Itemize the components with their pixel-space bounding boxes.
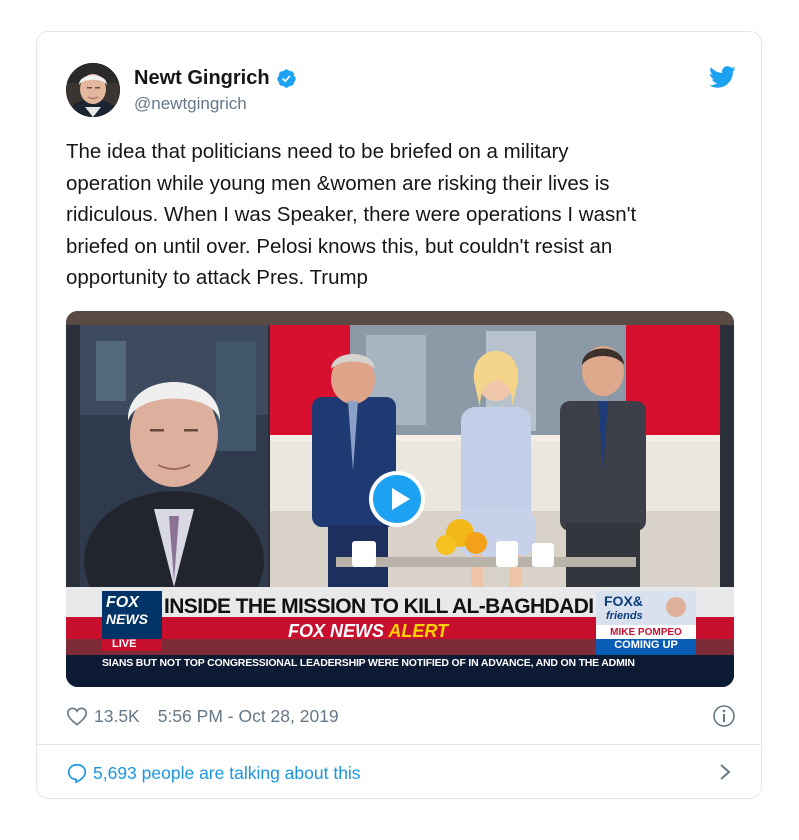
chyron-alert-word: ALERT	[388, 621, 449, 641]
tweet-card[interactable]: Newt Gingrich @newtgingrich The idea tha…	[36, 31, 762, 799]
heart-icon[interactable]	[66, 706, 88, 726]
twitter-bird-icon[interactable]	[708, 65, 736, 89]
verified-badge-icon	[276, 68, 296, 88]
play-icon[interactable]	[369, 471, 425, 527]
talking-about-text[interactable]: 5,693 people are talking about this	[93, 763, 361, 784]
tweet-video[interactable]: FOX NEWS LIVE INSIDE THE MISSION TO KILL…	[66, 311, 734, 687]
show-logo-line1: FOX&	[604, 593, 643, 609]
tweet-text: The idea that politicians need to be bri…	[66, 140, 637, 289]
card-divider	[37, 744, 761, 745]
promo-status: COMING UP	[614, 639, 678, 651]
promo-name: MIKE POMPEO	[610, 627, 682, 638]
fox-news-logo-line1: FOX	[106, 594, 139, 611]
chevron-right-icon[interactable]	[718, 762, 732, 782]
fox-news-logo-live: LIVE	[112, 638, 137, 650]
show-logo-line2: friends	[606, 610, 643, 622]
news-ticker: SIANS BUT NOT TOP CONGRESSIONAL LEADERSH…	[102, 657, 635, 669]
chyron-alert: FOX NEWS ALERT	[288, 621, 448, 642]
talking-about-link[interactable]: 5,693 people are talking about this	[66, 760, 736, 786]
author-avatar[interactable]	[66, 63, 120, 117]
tweet-header: Newt Gingrich @newtgingrich	[66, 63, 736, 119]
like-count[interactable]: 13.5K	[94, 706, 140, 727]
info-icon[interactable]	[712, 704, 736, 728]
fox-news-logo-line2: NEWS	[106, 611, 148, 627]
tweet-meta: 13.5K 5:56 PM - Oct 28, 2019	[66, 704, 736, 728]
speech-bubble-icon	[67, 763, 87, 784]
author-name-block: Newt Gingrich @newtgingrich	[134, 66, 297, 114]
author-handle[interactable]: @newtgingrich	[134, 94, 297, 114]
avatar-image	[66, 63, 120, 117]
author-display-name[interactable]: Newt Gingrich	[134, 66, 270, 90]
chyron-alert-prefix: FOX NEWS	[288, 621, 385, 641]
tweet-timestamp[interactable]: 5:56 PM - Oct 28, 2019	[158, 706, 339, 727]
chyron-headline: INSIDE THE MISSION TO KILL AL-BAGHDADI	[164, 595, 594, 618]
